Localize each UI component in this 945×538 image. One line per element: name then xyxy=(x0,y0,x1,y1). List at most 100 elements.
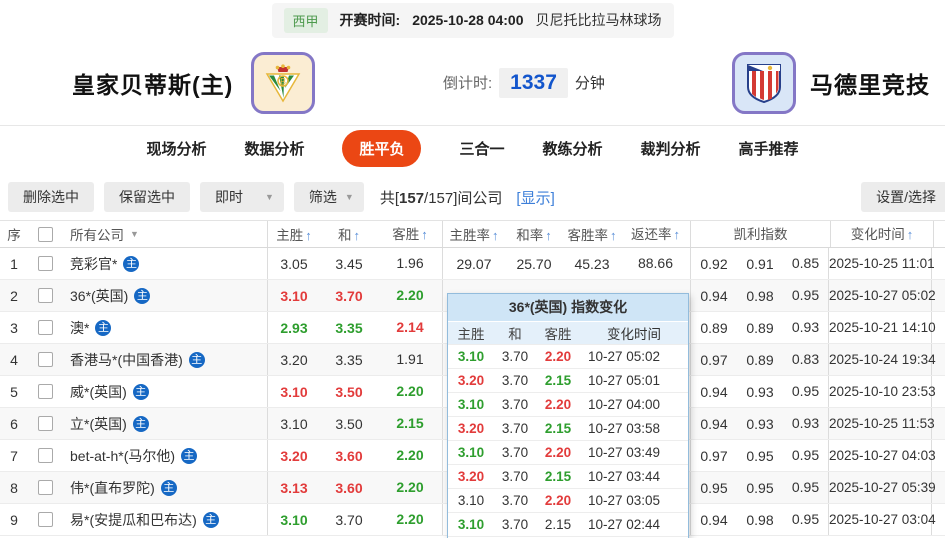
popup-header: 主胜 和 客胜 变化时间 xyxy=(448,321,688,344)
clipped-column xyxy=(932,472,945,503)
row-checkbox[interactable] xyxy=(37,416,53,431)
company-cell[interactable]: 36*(英国) 主 xyxy=(62,280,268,311)
row-seq: 5 xyxy=(10,383,18,400)
popup-col-time: 变化时间 xyxy=(607,327,661,342)
row-checkbox[interactable] xyxy=(37,320,53,335)
home-odds[interactable]: 3.10 xyxy=(268,416,320,432)
popup-row: 3.10 3.70 2.20 10-27 03:05 xyxy=(448,488,688,512)
col-company-sort[interactable]: 所有公司 ▼ xyxy=(62,221,268,247)
tab-win-draw-lose[interactable]: 胜平负 xyxy=(342,129,422,167)
popup-away-odds: 2.20 xyxy=(544,397,572,412)
row-checkbox[interactable] xyxy=(37,384,53,399)
kelly-1: 0.95 xyxy=(700,479,728,496)
popup-row: 3.20 3.70 2.15 10-27 03:58 xyxy=(448,416,688,440)
draw-odds[interactable]: 3.50 xyxy=(320,384,378,400)
row-checkbox[interactable] xyxy=(37,448,53,463)
keep-selected-button[interactable]: 保留选中 xyxy=(104,182,190,212)
draw-odds[interactable]: 3.70 xyxy=(320,288,378,304)
time-filter-dropdown[interactable]: 即时 ▼ xyxy=(200,182,284,212)
away-odds[interactable]: 2.20 xyxy=(378,472,443,503)
col-home-rate-sort[interactable]: 主胜率 ↑ xyxy=(443,224,505,244)
company-cell[interactable]: 威*(英国) 主 xyxy=(62,376,268,407)
away-odds[interactable]: 2.14 xyxy=(378,312,443,343)
col-away-sort[interactable]: 客胜 ↑ xyxy=(378,221,443,247)
home-odds[interactable]: 3.13 xyxy=(268,480,320,496)
company-cell[interactable]: bet-at-h*(马尔他) 主 xyxy=(62,440,268,471)
select-all-checkbox[interactable] xyxy=(37,226,53,242)
row-checkbox-cell xyxy=(28,256,62,271)
away-odds[interactable]: 2.20 xyxy=(378,280,443,311)
col-draw-rate-label: 和率 xyxy=(516,228,544,243)
popup-home-odds: 3.10 xyxy=(457,493,485,508)
analysis-tabs: 现场分析 数据分析 胜平负 三合一 教练分析 裁判分析 高手推荐 xyxy=(0,126,945,170)
col-away-rate-sort[interactable]: 客胜率 ↑ xyxy=(563,224,621,244)
tab-data-analysis[interactable]: 数据分析 xyxy=(244,138,304,159)
tab-three-in-one[interactable]: 三合一 xyxy=(459,138,504,159)
home-odds[interactable]: 3.10 xyxy=(268,288,320,304)
tab-expert-picks[interactable]: 高手推荐 xyxy=(739,138,799,159)
popup-row: 3.10 3.70 2.20 10-27 04:00 xyxy=(448,392,688,416)
company-count-prefix: 共[ xyxy=(379,189,400,207)
row-checkbox[interactable] xyxy=(37,512,53,527)
home-odds[interactable]: 3.20 xyxy=(268,352,320,368)
row-checkbox-cell xyxy=(28,480,62,495)
company-cell[interactable]: 香港马*(中国香港) 主 xyxy=(62,344,268,375)
row-checkbox[interactable] xyxy=(37,352,53,367)
company-name: 竞彩官* xyxy=(70,255,118,272)
match-info-bar: 西甲 开赛时间: 2025-10-28 04:00 贝尼托比拉马林球场 xyxy=(0,0,945,40)
row-seq: 6 xyxy=(10,415,18,432)
draw-odds[interactable]: 3.60 xyxy=(320,448,378,464)
row-checkbox[interactable] xyxy=(37,480,53,495)
col-home-sort[interactable]: 主胜 ↑ xyxy=(268,224,320,244)
clipped-column xyxy=(932,280,945,311)
away-odds[interactable]: 2.20 xyxy=(378,504,443,535)
settings-select-button[interactable]: 设置/选择 xyxy=(861,182,945,212)
kelly-2: 0.95 xyxy=(746,447,774,464)
col-time-sort[interactable]: 变化时间 ↑ xyxy=(831,221,934,247)
tab-coach-analysis[interactable]: 教练分析 xyxy=(543,138,603,159)
company-cell[interactable]: 澳* 主 xyxy=(62,312,268,343)
row-checkbox[interactable] xyxy=(37,288,53,303)
draw-odds[interactable]: 3.60 xyxy=(320,480,378,496)
draw-odds[interactable]: 3.50 xyxy=(320,416,378,432)
popup-row: 3.10 3.70 2.20 10-27 03:49 xyxy=(448,440,688,464)
col-draw-rate-sort[interactable]: 和率 ↑ xyxy=(505,224,563,244)
col-draw-sort[interactable]: 和 ↑ xyxy=(320,224,378,244)
tab-live-analysis[interactable]: 现场分析 xyxy=(146,138,206,159)
home-odds[interactable]: 3.05 xyxy=(268,256,320,272)
popup-col-away: 客胜 xyxy=(544,327,572,342)
away-odds[interactable]: 2.20 xyxy=(378,440,443,471)
draw-odds[interactable]: 3.45 xyxy=(320,256,378,272)
home-odds[interactable]: 2.93 xyxy=(268,320,320,336)
col-payout-sort[interactable]: 返还率 ↑ xyxy=(621,221,691,247)
draw-odds[interactable]: 3.35 xyxy=(320,320,378,336)
popup-draw-odds: 3.70 xyxy=(501,397,529,412)
kelly-2: 0.89 xyxy=(746,351,774,368)
away-odds[interactable]: 2.15 xyxy=(378,408,443,439)
home-odds[interactable]: 3.10 xyxy=(268,512,320,528)
show-link[interactable]: [显示] xyxy=(516,187,554,208)
chevron-down-icon: ▼ xyxy=(344,192,354,202)
away-odds[interactable]: 1.96 xyxy=(378,248,443,279)
popup-row: 3.10 3.70 2.15 10-27 02:44 xyxy=(448,512,688,536)
row-checkbox[interactable] xyxy=(37,256,53,271)
popup-home-odds: 3.10 xyxy=(457,517,485,532)
away-odds[interactable]: 1.91 xyxy=(378,344,443,375)
host-badge: 主 xyxy=(132,383,149,400)
change-time: 2025-10-25 11:53 xyxy=(829,408,935,439)
company-cell[interactable]: 立*(英国) 主 xyxy=(62,408,268,439)
home-odds[interactable]: 3.10 xyxy=(268,384,320,400)
draw-odds[interactable]: 3.70 xyxy=(320,512,378,528)
company-cell[interactable]: 易*(安提瓜和巴布达) 主 xyxy=(62,504,268,535)
popup-row: 3.20 3.70 2.15 10-27 03:44 xyxy=(448,464,688,488)
company-cell[interactable]: 伟*(直布罗陀) 主 xyxy=(62,472,268,503)
away-odds[interactable]: 2.20 xyxy=(378,376,443,407)
tab-referee-analysis[interactable]: 裁判分析 xyxy=(641,138,701,159)
company-cell[interactable]: 竞彩官* 主 xyxy=(62,248,268,279)
filter-dropdown[interactable]: 筛选 ▼ xyxy=(293,182,364,212)
delete-selected-button[interactable]: 删除选中 xyxy=(8,182,94,212)
popup-draw-odds: 3.70 xyxy=(501,517,529,532)
change-time: 2025-10-27 05:39 xyxy=(829,472,936,503)
draw-odds[interactable]: 3.35 xyxy=(320,352,378,368)
home-odds[interactable]: 3.20 xyxy=(268,448,320,464)
